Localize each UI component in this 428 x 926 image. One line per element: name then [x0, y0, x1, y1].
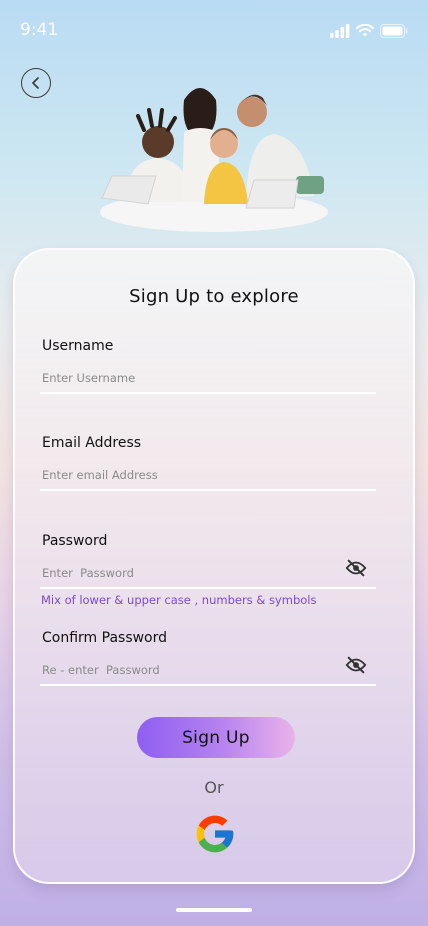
password-input[interactable]	[40, 560, 380, 586]
battery-icon	[380, 24, 408, 38]
back-button[interactable]	[21, 68, 51, 98]
status-time: 9:41	[20, 20, 59, 40]
eye-off-icon[interactable]	[345, 654, 367, 676]
status-bar: 9:41	[0, 0, 428, 60]
password-hint: Mix of lower & upper case , numbers & sy…	[41, 593, 317, 607]
chevron-left-icon	[32, 77, 39, 89]
home-indicator	[176, 908, 252, 912]
username-underline	[40, 392, 376, 394]
confirm-password-underline	[40, 684, 376, 686]
wifi-icon	[356, 24, 374, 37]
page-title: Sign Up to explore	[129, 286, 299, 307]
password-label: Password	[42, 533, 108, 549]
username-label: Username	[42, 338, 114, 354]
status-icons	[330, 24, 408, 38]
email-input[interactable]	[40, 462, 380, 488]
google-icon[interactable]	[193, 812, 237, 856]
signal-icon	[330, 24, 350, 38]
signup-card: Sign Up to explore Username Email Addres…	[13, 248, 415, 884]
eye-off-icon[interactable]	[345, 557, 367, 579]
password-underline	[40, 587, 376, 589]
email-label: Email Address	[42, 435, 142, 451]
email-underline	[40, 489, 376, 491]
username-input[interactable]	[40, 365, 380, 391]
confirm-password-input[interactable]	[40, 657, 380, 683]
confirm-password-label: Confirm Password	[42, 630, 168, 646]
or-divider: Or	[204, 778, 224, 797]
signup-button[interactable]: Sign Up	[137, 717, 295, 758]
team-illustration	[100, 88, 328, 232]
